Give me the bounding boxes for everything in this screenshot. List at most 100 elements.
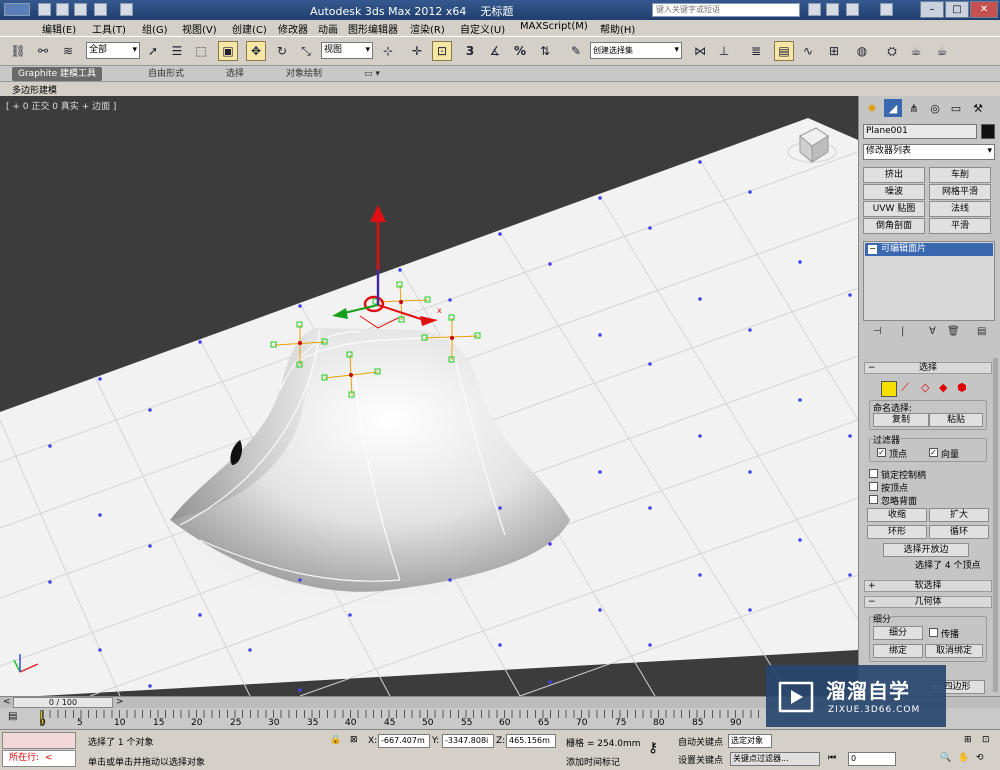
viewport-scene[interactable]: x [0,96,858,696]
show-end-result-icon[interactable]: | [901,326,904,337]
keyboard-shortcut-override-icon[interactable]: ⊡ [432,41,452,61]
render-setup-icon[interactable]: ⛭ [882,41,902,61]
help-icon[interactable] [880,3,893,16]
menu-maxscript[interactable]: MAXScript(M) [520,21,588,32]
set-key-icon[interactable]: ⚷ [648,740,658,756]
maximize-button[interactable]: □ [945,1,969,18]
set-key-button[interactable]: 设置关键点 [678,753,723,766]
bind-button[interactable]: 绑定 [873,644,923,658]
pan-icon[interactable]: ✋ [958,753,969,763]
percent-snap-icon[interactable]: % [510,41,530,61]
configure-sets-icon[interactable]: ▤ [977,326,986,337]
vertex-subobject-icon[interactable] [881,381,897,397]
copy-button[interactable]: 复制 [873,413,929,427]
vector-filter-checkbox[interactable]: ✓ [929,448,938,457]
make-unique-icon[interactable]: ∀ [929,326,936,337]
tab-graphite-modeling[interactable]: Graphite 建模工具 [12,67,103,81]
render-production-icon[interactable]: ☕ [932,41,952,61]
subdivide-button[interactable]: 细分 [873,626,923,640]
rotate-icon[interactable]: ↻ [272,41,292,61]
uvw-map-button[interactable]: UVW 贴图 [863,201,925,217]
absolute-mode-icon[interactable]: ⊠ [350,735,358,745]
scale-icon[interactable]: ⤡ [296,41,316,61]
redo-icon[interactable] [120,3,133,16]
tab-freeform[interactable]: 自由形式 [142,67,190,81]
rendered-frame-icon[interactable]: ☕ [906,41,926,61]
menu-graph-editors[interactable]: 图形编辑器 [348,21,398,36]
smooth-button[interactable]: 平滑 [929,218,991,234]
next-frame-icon[interactable]: > [116,697,124,707]
track-bar-menu-icon[interactable]: ▤ [8,711,24,725]
search-icon[interactable] [808,3,821,16]
undo-icon[interactable] [94,3,107,16]
mirror-icon[interactable]: ⋈ [690,41,710,61]
snaps-toggle-icon[interactable]: 3 [460,41,480,61]
motion-tab-icon[interactable]: ◎ [926,99,944,117]
curve-editor-icon[interactable]: ∿ [798,41,818,61]
z-coord-field[interactable]: 465.156m [506,734,556,748]
help-search-input[interactable]: 键入关键字或短语 [652,3,800,17]
material-editor-icon[interactable]: ◍ [852,41,872,61]
edit-named-selection-icon[interactable]: ✎ [566,41,586,61]
current-frame-field[interactable]: 0 [848,752,896,766]
ignore-backface-checkbox[interactable] [869,495,878,504]
loop-button[interactable]: 循环 [929,525,989,539]
menu-help[interactable]: 帮助(H) [600,21,635,36]
hierarchy-tab-icon[interactable]: ⋔ [905,99,923,117]
lathe-button[interactable]: 车削 [929,167,991,183]
prev-frame-icon[interactable]: < [3,697,11,707]
favorites-star-icon[interactable] [846,3,859,16]
unlink-icon[interactable]: ⚯ [33,41,53,61]
menu-tools[interactable]: 工具(T) [92,21,126,36]
ribbon-options-icon[interactable]: ▭ ▾ [358,67,386,81]
tab-object-paint[interactable]: 对象绘制 [280,67,328,81]
unbind-button[interactable]: 取消绑定 [925,644,983,658]
edge-subobject-icon[interactable]: ◇ [921,381,929,394]
grow-button[interactable]: 扩大 [929,508,989,522]
display-tab-icon[interactable]: ▭ [947,99,965,117]
modify-tab-icon[interactable]: ◢ [884,99,902,117]
command-panel-scrollbar[interactable] [993,358,998,692]
select-object-icon[interactable]: ➚ [143,41,163,61]
shrink-button[interactable]: 收缩 [867,508,927,522]
paste-button[interactable]: 粘贴 [929,413,983,427]
modifier-list-dropdown[interactable]: 修改器列表 ▾ [863,144,995,160]
select-open-edges-button[interactable]: 选择开放边 [883,543,969,557]
named-selection-dropdown[interactable]: 创建选择集 [590,42,682,59]
tab-selection[interactable]: 选择 [220,67,250,81]
geometry-rollout-header[interactable]: − 几何体 [864,596,992,608]
align-icon[interactable]: ⊥ [714,41,734,61]
schematic-view-icon[interactable]: ⊞ [824,41,844,61]
menu-customize[interactable]: 自定义(U) [460,21,505,36]
menu-modifiers[interactable]: 修改器 [278,21,308,36]
create-tab-icon[interactable]: ✸ [863,99,881,117]
object-name-field[interactable]: Plane001 [863,124,977,139]
selection-rollout-header[interactable]: − 选择 [864,362,992,374]
viewport-label[interactable]: [ + 0 正交 0 真实 + 边面 ] [6,99,116,112]
normal-button[interactable]: 法线 [929,201,991,217]
graphite-toggle-icon[interactable]: ▤ [774,41,794,61]
vertex-filter-checkbox[interactable]: ✓ [877,448,886,457]
menu-group[interactable]: 组(G) [142,21,168,36]
rectangular-selection-icon[interactable]: ⬚ [191,41,211,61]
maxscript-listener-mini[interactable] [2,732,76,749]
pivot-center-icon[interactable]: ⊹ [378,41,398,61]
zoom-icon[interactable]: 🔍 [940,753,951,763]
stack-collapse-icon[interactable]: − [868,245,877,254]
selection-filter-dropdown[interactable]: 全部 [86,42,140,59]
propagate-checkbox[interactable] [929,628,938,637]
selected-set-dropdown[interactable]: 选定对象 [728,734,772,748]
window-crossing-icon[interactable]: ▣ [218,41,238,61]
auto-key-button[interactable]: 自动关键点 [678,735,723,748]
app-menu-icon[interactable] [4,3,30,16]
select-by-name-icon[interactable]: ☰ [167,41,187,61]
select-manipulate-icon[interactable]: ✛ [407,41,427,61]
angle-snap-icon[interactable]: ∡ [485,41,505,61]
x-coord-field[interactable]: -667.407m [378,734,430,748]
polygon-modeling-label[interactable]: 多边形建模 [12,83,57,96]
reference-coordinate-dropdown[interactable]: 视图 [321,42,373,59]
zoom-extents-icon[interactable]: ⊞ [964,735,972,745]
bind-space-warp-icon[interactable]: ≋ [58,41,78,61]
bevel-profile-button[interactable]: 倒角剖面 [863,218,925,234]
menu-edit[interactable]: 编辑(E) [42,21,76,36]
